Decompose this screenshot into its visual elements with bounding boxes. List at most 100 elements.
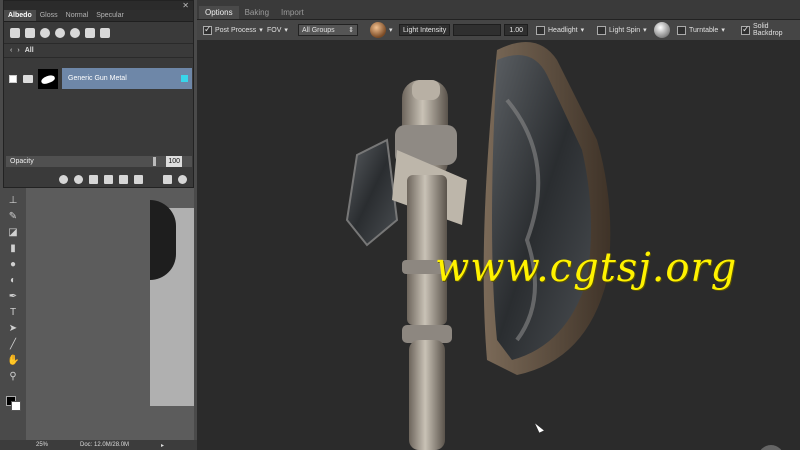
new-material-icon[interactable] [25, 27, 35, 38]
chevron-right-icon[interactable]: › [17, 47, 19, 54]
chevron-down-icon[interactable]: ▾ [284, 26, 288, 34]
path-select-icon[interactable]: ➤ [7, 324, 19, 334]
folder-icon [23, 74, 33, 83]
sphere-preview-icon[interactable] [654, 22, 670, 38]
document-icon[interactable] [89, 174, 98, 184]
panel-close-icon[interactable]: ✕ [182, 1, 189, 10]
tools-panel: ⊥ ✎ ◪ ▮ ● ◐ ✒ T ➤ ╱ ✋ ⚲ [5, 190, 23, 435]
link-icon[interactable] [100, 27, 110, 38]
status-bar: 25% Doc: 12.0M/28.0M ▸ [0, 440, 197, 450]
type-icon[interactable]: T [7, 308, 19, 318]
light-spin-toggle[interactable]: Light Spin ▾ [597, 20, 647, 40]
light-spin-label: Light Spin [609, 26, 641, 34]
opacity-label: Opacity [10, 158, 34, 165]
viewer-3d: Options Baking Import Post Process ▾ FOV… [197, 0, 800, 450]
tab-gloss[interactable]: Gloss [36, 10, 62, 21]
texture-image [150, 188, 194, 406]
brush-icon[interactable] [104, 174, 113, 184]
headlight-toggle[interactable]: Headlight ▾ [536, 20, 584, 40]
preview-icon[interactable] [70, 27, 80, 38]
hand-icon[interactable]: ✋ [7, 356, 19, 366]
light-spin-checkbox[interactable] [597, 25, 606, 35]
groups-dropdown[interactable]: All Groups ⇕ [298, 20, 359, 40]
eraser-icon[interactable]: ◪ [7, 228, 19, 238]
panel-titlebar: ✕ [4, 1, 193, 10]
tab-import[interactable]: Import [275, 6, 310, 19]
headlight-checkbox[interactable] [536, 25, 545, 35]
solid-backdrop-checkbox[interactable] [741, 24, 750, 35]
refresh-icon[interactable] [178, 174, 187, 184]
material-name: Generic Gun Metal [68, 75, 127, 82]
gradient-icon[interactable]: ▮ [7, 244, 19, 254]
environment-picker[interactable]: ▾ [370, 20, 393, 40]
pen-icon[interactable]: ✒ [7, 292, 19, 302]
material-thumbnail [38, 68, 58, 89]
light-intensity-slider[interactable] [453, 24, 502, 36]
opacity-slider[interactable]: Opacity 100 [6, 156, 192, 167]
zoom-icon[interactable]: ⚲ [7, 372, 19, 382]
post-process-toggle[interactable]: Post Process ▾ [203, 20, 263, 40]
download-icon[interactable] [10, 27, 20, 38]
groups-value: All Groups [302, 27, 335, 34]
environment-ball-icon[interactable] [370, 22, 386, 38]
fov-label: FOV [267, 26, 282, 34]
folder-icon[interactable] [119, 174, 128, 184]
tab-normal[interactable]: Normal [62, 10, 93, 21]
turntable-toggle[interactable]: Turntable ▾ [677, 20, 725, 40]
chevron-down-icon[interactable]: ▾ [389, 26, 393, 34]
chevron-down-icon[interactable]: ▾ [581, 26, 585, 34]
light-intensity-control[interactable]: Light Intensity 1.00 [399, 20, 529, 40]
sphere-icon[interactable] [40, 27, 50, 38]
fov-dropdown[interactable]: FOV ▾ [267, 20, 288, 40]
tab-options[interactable]: Options [199, 6, 239, 19]
blur-icon[interactable]: ● [7, 260, 19, 270]
chevron-down-icon[interactable]: ▾ [643, 26, 647, 34]
dodge-icon[interactable]: ◐ [7, 276, 19, 286]
headlight-label: Headlight [548, 26, 578, 34]
tab-specular[interactable]: Specular [92, 10, 128, 21]
stamp-tool-icon[interactable]: ⊥ [7, 196, 19, 206]
material-row[interactable]: Generic Gun Metal [6, 68, 192, 89]
sphere-icon[interactable] [74, 174, 83, 184]
document-canvas[interactable] [26, 188, 194, 440]
groups-select[interactable]: All Groups ⇕ [298, 24, 359, 36]
breadcrumb-all[interactable]: All [25, 47, 34, 54]
background-color[interactable] [11, 401, 21, 411]
solid-backdrop-label: Solid Backdrop [752, 23, 783, 37]
trash-icon[interactable] [134, 174, 143, 184]
chevron-down-icon[interactable]: ▾ [259, 26, 263, 34]
status-menu-arrow-icon[interactable]: ▸ [161, 442, 164, 449]
document-size: Doc: 12.0M/28.0M [80, 442, 130, 448]
history-brush-icon[interactable]: ✎ [7, 212, 19, 222]
copy-icon[interactable] [85, 27, 95, 38]
turntable-label: Turntable [689, 26, 719, 34]
post-process-checkbox[interactable] [203, 24, 212, 35]
chevron-down-icon[interactable]: ▾ [721, 26, 725, 34]
material-selected[interactable]: Generic Gun Metal [62, 68, 192, 89]
zoom-level[interactable]: 25% [36, 442, 48, 448]
opacity-value[interactable]: 100 [166, 156, 182, 167]
turntable-checkbox[interactable] [677, 25, 686, 35]
line-icon[interactable]: ╱ [7, 340, 19, 350]
material-panel: ✕ Albedo Gloss Normal Specular ‹ › All G… [3, 0, 194, 188]
visibility-checkbox[interactable] [9, 74, 17, 83]
material-ball-icon[interactable] [55, 27, 65, 38]
light-intensity-label: Light Intensity [399, 24, 451, 36]
viewer-tabs: Options Baking Import [197, 0, 800, 20]
channel-tabs: Albedo Gloss Normal Specular [4, 10, 193, 22]
light-intensity-value[interactable]: 1.00 [504, 24, 529, 36]
viewport-scene[interactable]: www.cgtsj.org [197, 40, 800, 450]
material-color-swatch[interactable] [181, 75, 188, 82]
panel-bottom-toolbar [4, 171, 193, 187]
tab-albedo[interactable]: Albedo [4, 10, 36, 21]
opacity-slider-knob[interactable] [153, 157, 156, 166]
breadcrumb: ‹ › All [4, 44, 193, 58]
environment-sphere[interactable] [654, 20, 670, 40]
solid-backdrop-toggle[interactable]: Solid Backdrop [741, 20, 800, 40]
save-icon[interactable] [163, 174, 172, 184]
viewer-toolbar: Post Process ▾ FOV ▾ All Groups ⇕ ▾ Ligh… [197, 20, 800, 40]
tab-baking[interactable]: Baking [239, 6, 275, 19]
material-preview-icon[interactable] [59, 174, 68, 184]
chevron-left-icon[interactable]: ‹ [10, 47, 12, 54]
post-process-label: Post Process [215, 26, 257, 34]
